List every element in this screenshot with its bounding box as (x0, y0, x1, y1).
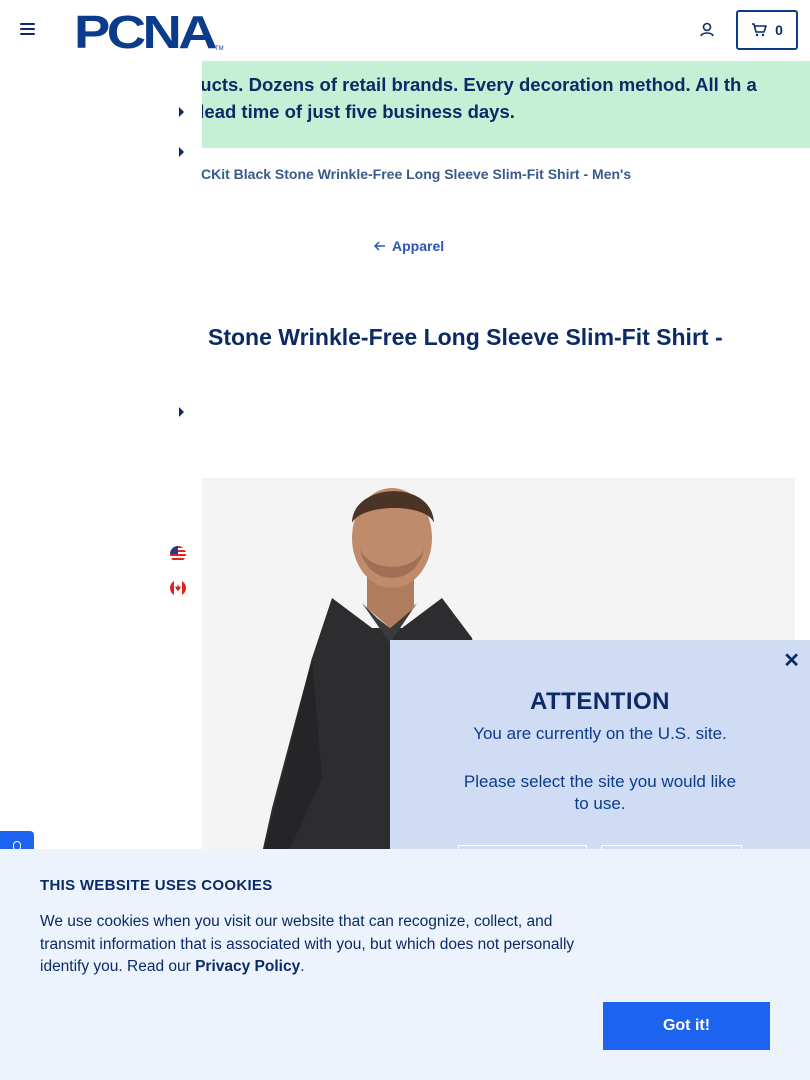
caret-right-icon[interactable] (179, 107, 184, 117)
caret-right-icon[interactable] (179, 147, 184, 157)
got-it-button[interactable]: Got it! (603, 1002, 770, 1050)
privacy-policy-link[interactable]: Privacy Policy (195, 958, 300, 975)
product-title: Stone Wrinkle-Free Long Sleeve Slim-Fit … (208, 324, 723, 350)
site-selection-modal: ✕ ATTENTION You are currently on the U.S… (390, 640, 810, 875)
site-header: PCNA TM 0 (0, 0, 810, 61)
breadcrumb: CKit Black Stone Wrinkle-Free Long Sleev… (201, 166, 632, 182)
cart-icon (752, 23, 767, 37)
menu-icon[interactable] (20, 22, 36, 38)
us-flag-icon[interactable] (170, 546, 186, 562)
svg-text:TM: TM (215, 46, 224, 52)
page: PCNA TM 0 ls of products. Dozens of reta… (0, 0, 810, 1080)
modal-title: ATTENTION (529, 688, 671, 715)
canada-flag-icon[interactable] (170, 580, 186, 596)
cookie-banner: THIS WEBSITE USES COOKIES We use cookies… (0, 849, 810, 1080)
modal-select-text: Please select the site you would like to… (463, 772, 737, 813)
cart-count: 0 (775, 22, 783, 38)
pcna-logo[interactable]: PCNA TM (74, 6, 224, 58)
modal-current-site-text: You are currently on the U.S. site. (473, 724, 727, 743)
cart-button[interactable]: 0 (736, 10, 798, 50)
svg-text:PCNA: PCNA (74, 10, 216, 52)
promo-text: ls of products. Dozens of retail brands.… (202, 74, 757, 122)
cookie-period: . (300, 958, 305, 975)
caret-right-icon[interactable] (179, 407, 184, 417)
cookie-text: We use cookies when you visit our websit… (40, 911, 600, 979)
account-icon[interactable] (698, 21, 716, 39)
close-icon[interactable]: ✕ (783, 648, 800, 673)
promo-banner: ls of products. Dozens of retail brands.… (202, 61, 810, 148)
back-to-apparel-link[interactable]: Apparel (374, 238, 444, 254)
arrow-left-icon (374, 241, 385, 251)
back-link-label: Apparel (392, 238, 445, 254)
cookie-title: THIS WEBSITE USES COOKIES (40, 877, 273, 894)
cookie-body: We use cookies when you visit our websit… (40, 913, 575, 975)
